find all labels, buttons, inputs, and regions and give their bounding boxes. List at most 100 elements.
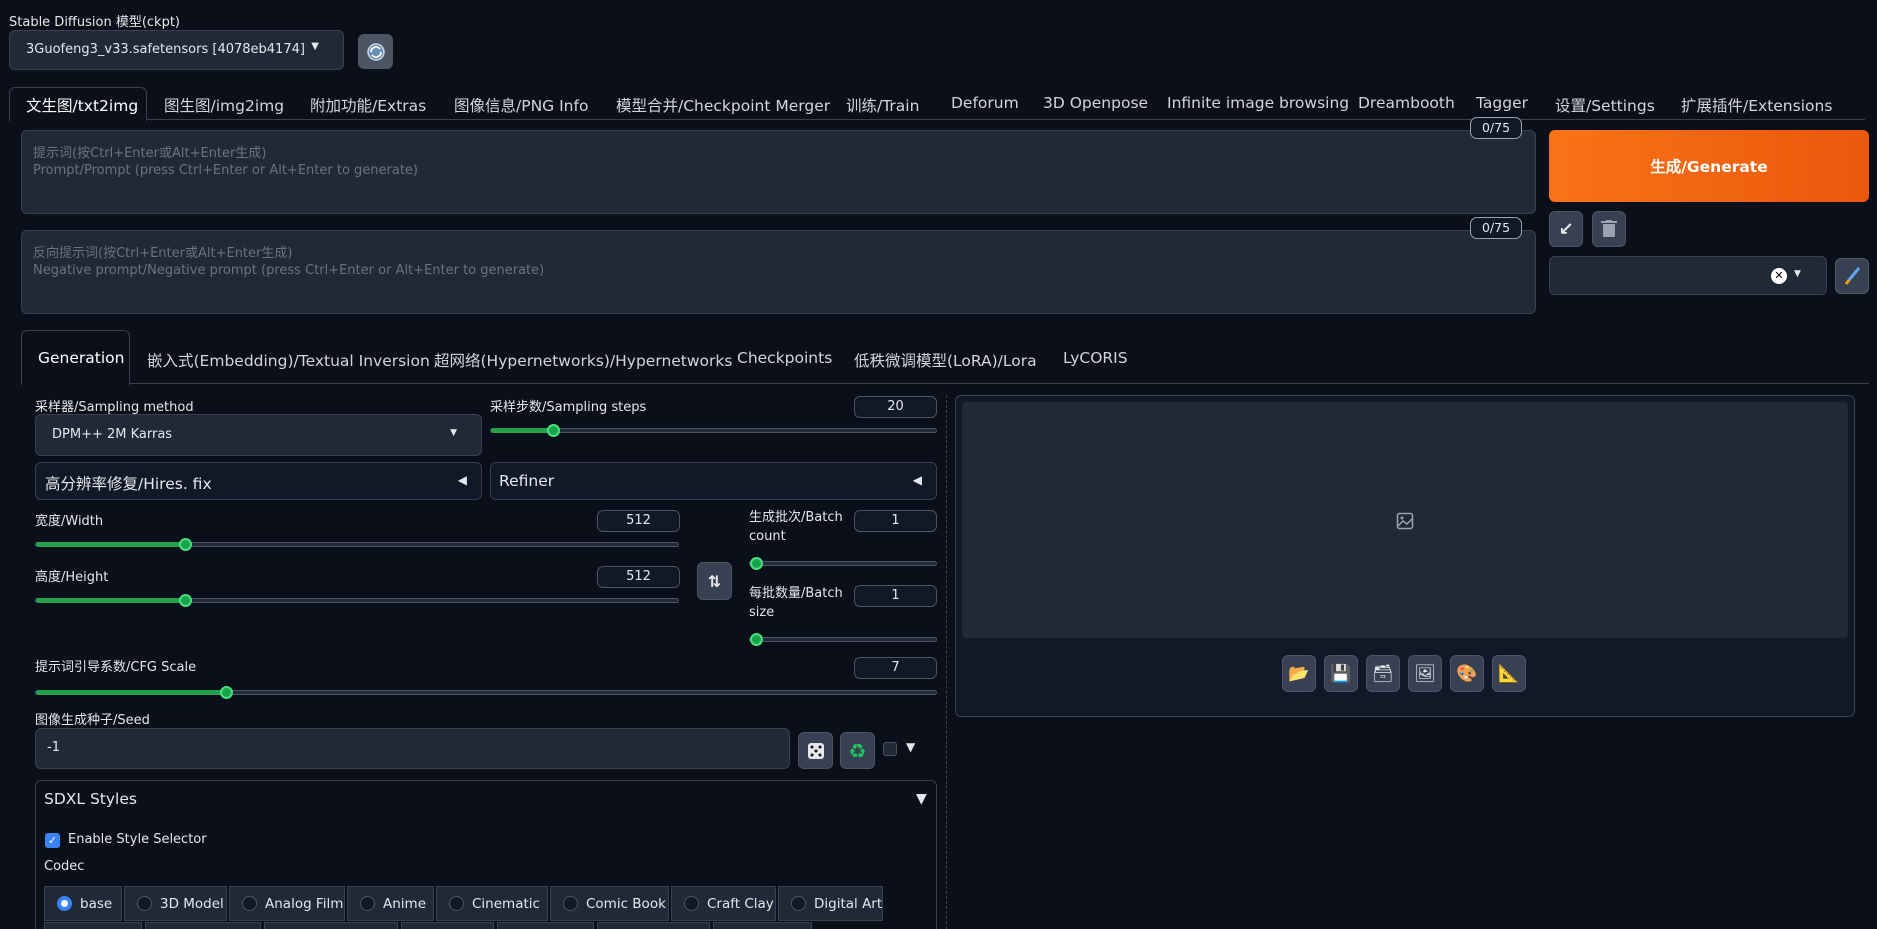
subtab-textual-inversion[interactable]: 嵌入式(Embedding)/Textual Inversion bbox=[147, 349, 430, 371]
enable-style-checkbox[interactable]: ✓ bbox=[45, 833, 60, 848]
cfg-slider[interactable] bbox=[35, 686, 937, 699]
chevron-down-icon: ▼ bbox=[1794, 269, 1801, 279]
style-option-3d-model[interactable]: 3D Model bbox=[124, 886, 227, 921]
dice-icon[interactable] bbox=[798, 732, 833, 769]
style-label: Digital Art bbox=[814, 895, 883, 912]
tab-deforum[interactable]: Deforum bbox=[951, 94, 1019, 112]
steps-slider[interactable] bbox=[490, 424, 937, 437]
generate-label: 生成/Generate bbox=[1650, 158, 1768, 176]
sdxl-styles-title: SDXL Styles bbox=[44, 790, 137, 808]
cfg-input[interactable]: 7 bbox=[854, 657, 937, 679]
batch-size-slider-thumb[interactable] bbox=[750, 633, 763, 646]
negative-prompt-token-count: 0/75 bbox=[1470, 217, 1522, 239]
subtab-lycoris[interactable]: LyCORIS bbox=[1063, 349, 1128, 367]
collapse-left-icon: ◀ bbox=[457, 473, 467, 487]
style-label: 3D Model bbox=[160, 895, 224, 912]
style-option-craft-clay[interactable]: Craft Clay bbox=[671, 886, 776, 921]
tab-checkpoint-merger[interactable]: 模型合并/Checkpoint Merger bbox=[616, 94, 830, 116]
height-slider[interactable] bbox=[35, 594, 679, 607]
batch-size-slider[interactable] bbox=[749, 633, 937, 646]
generate-button[interactable]: 生成/Generate bbox=[1549, 130, 1869, 202]
batch-count-slider[interactable] bbox=[749, 557, 937, 570]
collapse-down-icon[interactable]: ▼ bbox=[916, 791, 927, 807]
steps-slider-thumb[interactable] bbox=[547, 424, 560, 437]
styles-dropdown[interactable]: ✕ ▼ bbox=[1549, 256, 1827, 295]
radio-icon bbox=[563, 896, 578, 911]
seed-input[interactable]: -1 bbox=[35, 728, 790, 769]
tab-train[interactable]: 训练/Train bbox=[846, 94, 919, 116]
zip-icon[interactable]: 🗃 bbox=[1366, 655, 1400, 692]
model-select[interactable]: 3Guofeng3_v33.safetensors [4078eb4174] ▼ bbox=[9, 30, 344, 70]
refresh-icon[interactable] bbox=[358, 34, 393, 69]
negative-prompt-placeholder-1: 反向提示词(按Ctrl+Enter或Alt+Enter生成) bbox=[33, 246, 293, 261]
batch-count-input[interactable]: 1 bbox=[854, 510, 937, 532]
trash-icon[interactable] bbox=[1592, 211, 1626, 247]
style-option-analog-film[interactable]: Analog Film bbox=[229, 886, 345, 921]
style-option-digital-art[interactable]: Digital Art bbox=[778, 886, 883, 921]
style-label: base bbox=[80, 895, 113, 912]
seed-extra-checkbox[interactable] bbox=[883, 742, 897, 756]
width-slider-thumb[interactable] bbox=[179, 538, 192, 551]
tab-settings[interactable]: 设置/Settings bbox=[1555, 94, 1655, 116]
batch-count-label: 生成批次/Batch count bbox=[749, 510, 843, 544]
paint-brush-icon[interactable] bbox=[1835, 258, 1869, 294]
tab-extras[interactable]: 附加功能/Extras bbox=[310, 94, 426, 116]
prompt-placeholder-1: 提示词(按Ctrl+Enter或Alt+Enter生成) bbox=[33, 146, 267, 161]
tab-dreambooth[interactable]: Dreambooth bbox=[1358, 94, 1455, 112]
refiner-label: Refiner bbox=[499, 472, 555, 490]
style-option-comic-book[interactable]: Comic Book bbox=[550, 886, 669, 921]
height-input[interactable]: 512 bbox=[597, 566, 680, 588]
panel-divider bbox=[946, 395, 947, 929]
steps-input[interactable]: 20 bbox=[854, 396, 937, 418]
clear-icon[interactable]: ✕ bbox=[1771, 268, 1787, 284]
subtab-generation[interactable]: Generation bbox=[38, 349, 124, 367]
negative-prompt-textarea[interactable]: 反向提示词(按Ctrl+Enter或Alt+Enter生成) Negative … bbox=[21, 230, 1536, 314]
sampler-label: 采样器/Sampling method bbox=[35, 400, 194, 415]
height-slider-thumb[interactable] bbox=[179, 594, 192, 607]
style-option-base[interactable]: base bbox=[44, 886, 122, 921]
tab-infinite-image-browsing[interactable]: Infinite image browsing bbox=[1167, 94, 1349, 112]
subtab-bar bbox=[21, 383, 1869, 384]
expand-down-icon[interactable]: ▼ bbox=[906, 740, 915, 754]
batch-size-input[interactable]: 1 bbox=[854, 585, 937, 607]
folder-icon[interactable]: 📂 bbox=[1282, 655, 1316, 692]
tab-txt2img[interactable]: 文生图/txt2img bbox=[26, 94, 138, 116]
tab-img2img[interactable]: 图生图/img2img bbox=[164, 94, 284, 116]
style-option-anime[interactable]: Anime bbox=[347, 886, 434, 921]
chevron-down-icon: ▼ bbox=[311, 41, 319, 52]
save-icon[interactable]: 💾 bbox=[1324, 655, 1358, 692]
hires-fix-label: 高分辨率修复/Hires. fix bbox=[45, 475, 212, 493]
subtab-lora[interactable]: 低秩微调模型(LoRA)/Lora bbox=[854, 349, 1037, 371]
tab-3d-openpose[interactable]: 3D Openpose bbox=[1043, 94, 1148, 112]
cfg-slider-thumb[interactable] bbox=[220, 686, 233, 699]
sampler-select[interactable]: DPM++ 2M Karras ▼ bbox=[35, 414, 482, 456]
triangle-ruler-icon[interactable]: 📐 bbox=[1492, 655, 1526, 692]
swap-dimensions-icon[interactable]: ⇅ bbox=[697, 562, 732, 600]
width-slider[interactable] bbox=[35, 538, 679, 551]
prompt-placeholder-2: Prompt/Prompt (press Ctrl+Enter or Alt+E… bbox=[33, 163, 418, 178]
recycle-icon[interactable]: ♻ bbox=[840, 732, 875, 769]
steps-label: 采样步数/Sampling steps bbox=[490, 400, 647, 415]
prompt-textarea[interactable]: 提示词(按Ctrl+Enter或Alt+Enter生成) Prompt/Prom… bbox=[21, 130, 1536, 214]
refiner-accordion[interactable]: Refiner ◀ bbox=[490, 462, 937, 500]
radio-icon bbox=[137, 896, 152, 911]
radio-icon bbox=[791, 896, 806, 911]
tab-tagger[interactable]: Tagger bbox=[1476, 94, 1528, 112]
send-to-img2img-icon[interactable]: 🖼 bbox=[1408, 655, 1442, 692]
hires-fix-accordion[interactable]: 高分辨率修复/Hires. fix ◀ bbox=[35, 462, 482, 500]
tab-extensions[interactable]: 扩展插件/Extensions bbox=[1681, 94, 1832, 116]
palette-icon[interactable]: 🎨 bbox=[1450, 655, 1484, 692]
arrow-down-left-icon[interactable]: ↙ bbox=[1549, 211, 1583, 247]
height-label: 高度/Height bbox=[35, 570, 109, 585]
style-option-cinematic[interactable]: Cinematic bbox=[436, 886, 548, 921]
radio-icon bbox=[242, 896, 257, 911]
style-label: Craft Clay bbox=[707, 895, 774, 912]
subtab-checkpoints[interactable]: Checkpoints bbox=[737, 349, 832, 367]
batch-count-slider-thumb[interactable] bbox=[750, 557, 763, 570]
cfg-label: 提示词引导系数/CFG Scale bbox=[35, 660, 197, 675]
codec-label: Codec bbox=[44, 859, 85, 874]
width-input[interactable]: 512 bbox=[597, 510, 680, 532]
radio-icon bbox=[684, 896, 699, 911]
subtab-hypernetworks[interactable]: 超网络(Hypernetworks)/Hypernetworks bbox=[434, 349, 732, 371]
tab-png-info[interactable]: 图像信息/PNG Info bbox=[454, 94, 588, 116]
